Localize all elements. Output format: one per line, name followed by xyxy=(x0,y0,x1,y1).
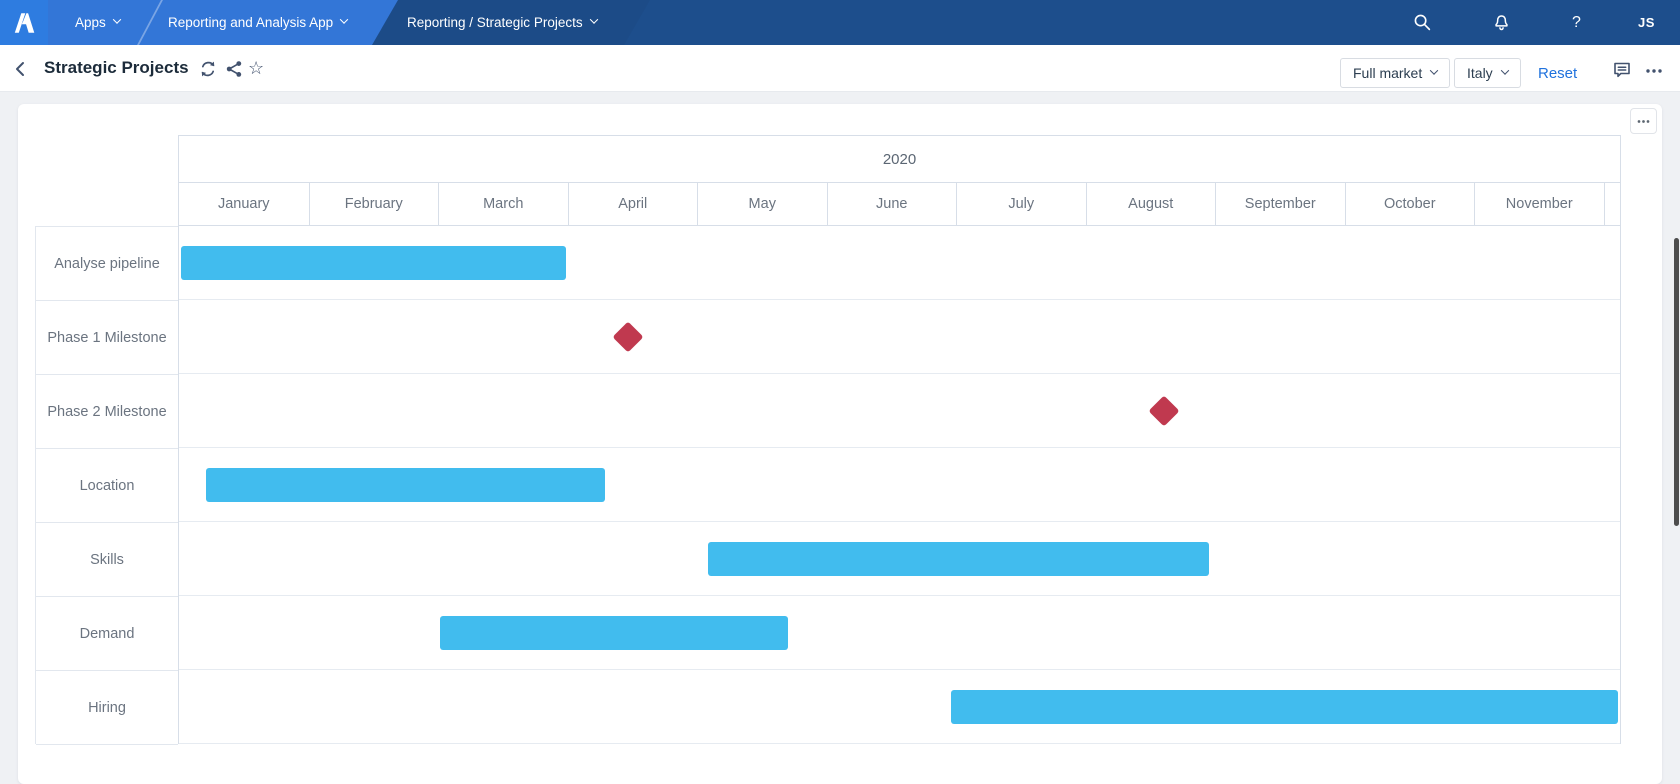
page-header: Strategic Projects ☆ Full market Italy R… xyxy=(0,45,1680,92)
month-header-august: August xyxy=(1085,183,1216,225)
chevron-down-icon xyxy=(1500,65,1509,75)
nav-apps-menu[interactable]: Apps xyxy=(75,0,122,45)
gantt-bar[interactable] xyxy=(180,246,567,280)
row-label: Phase 2 Milestone xyxy=(36,375,178,449)
comments-icon[interactable] xyxy=(1612,60,1632,80)
back-chevron-icon[interactable] xyxy=(12,60,30,78)
month-header-partial xyxy=(1603,183,1620,225)
gantt-row xyxy=(179,670,1620,744)
filter-label: Italy xyxy=(1467,65,1493,81)
month-header-october: October xyxy=(1344,183,1475,225)
month-header-june: June xyxy=(826,183,957,225)
month-header-february: February xyxy=(308,183,439,225)
refresh-icon[interactable] xyxy=(198,59,218,79)
row-label: Hiring xyxy=(36,671,178,745)
gantt-year-header: 2020 xyxy=(178,135,1621,183)
user-avatar[interactable]: JS xyxy=(1638,0,1655,45)
help-label: ? xyxy=(1572,13,1581,31)
chevron-down-icon xyxy=(112,15,122,24)
nav-app-name-menu[interactable]: Reporting and Analysis App xyxy=(168,0,349,45)
share-icon[interactable] xyxy=(224,59,244,79)
gantt-row xyxy=(179,374,1620,448)
favorite-star-icon[interactable]: ☆ xyxy=(248,56,264,80)
gantt-month-header: January February March April May June July Augu… xyxy=(178,182,1621,226)
breadcrumb: Reporting / Strategic Projects xyxy=(407,15,583,30)
gantt-grid xyxy=(178,226,1621,744)
row-label: Analyse pipeline xyxy=(36,227,178,301)
vertical-scrollbar-thumb[interactable] xyxy=(1674,238,1679,526)
gantt-row xyxy=(179,448,1620,522)
gantt-row xyxy=(179,226,1620,300)
nav-page-breadcrumb-menu[interactable]: Reporting / Strategic Projects xyxy=(407,0,598,45)
gantt-bar[interactable] xyxy=(708,542,1210,576)
notifications-bell-icon[interactable] xyxy=(1491,12,1512,33)
month-header-september: September xyxy=(1215,183,1345,225)
month-header-july: July xyxy=(956,183,1086,225)
top-navbar: Apps Reporting and Analysis App Reportin… xyxy=(0,0,1680,45)
anaplan-logo-icon xyxy=(14,12,35,33)
chevron-down-icon xyxy=(1429,65,1439,75)
page-title: Strategic Projects xyxy=(44,58,189,77)
gantt-row xyxy=(179,300,1620,374)
milestone-diamond[interactable] xyxy=(1148,395,1180,427)
month-header-april: April xyxy=(567,183,698,225)
chevron-down-icon xyxy=(339,15,349,24)
card-more-options-button[interactable] xyxy=(1630,108,1657,134)
page-body: 2020 January February March April May June Jul… xyxy=(0,93,1680,784)
row-label: Location xyxy=(36,449,178,523)
month-header-march: March xyxy=(438,183,568,225)
more-options-icon[interactable] xyxy=(1644,61,1664,81)
gantt-row xyxy=(179,596,1620,670)
nav-apps-label: Apps xyxy=(75,15,106,30)
filter-label: Full market xyxy=(1353,65,1423,81)
reset-button[interactable]: Reset xyxy=(1538,65,1577,82)
user-initials: JS xyxy=(1638,15,1655,30)
month-header-november: November xyxy=(1474,183,1604,225)
gantt-bar[interactable] xyxy=(440,616,788,650)
row-label: Skills xyxy=(36,523,178,597)
row-label: Demand xyxy=(36,597,178,671)
chevron-down-icon xyxy=(589,15,598,24)
search-icon[interactable] xyxy=(1412,12,1433,33)
filter-dropdown-italy[interactable]: Italy xyxy=(1454,58,1521,88)
help-icon[interactable]: ? xyxy=(1572,0,1581,45)
nav-app-name-label: Reporting and Analysis App xyxy=(168,15,334,30)
month-header-january: January xyxy=(217,196,270,212)
gantt-bar[interactable] xyxy=(206,468,605,502)
anaplan-logo[interactable] xyxy=(0,0,48,45)
gantt-card: 2020 January February March April May June Jul… xyxy=(18,104,1662,784)
row-label: Phase 1 Milestone xyxy=(36,301,178,375)
year-label: 2020 xyxy=(882,150,917,168)
gantt-bar[interactable] xyxy=(950,690,1618,724)
filter-dropdown-full-market[interactable]: Full market xyxy=(1340,58,1451,88)
month-header-may: May xyxy=(697,183,827,225)
gantt-row xyxy=(179,522,1620,596)
gantt-row-labels: Analyse pipeline Phase 1 Milestone Phase 2… xyxy=(35,226,178,745)
more-options-icon xyxy=(1637,119,1650,123)
milestone-diamond[interactable] xyxy=(612,321,644,353)
